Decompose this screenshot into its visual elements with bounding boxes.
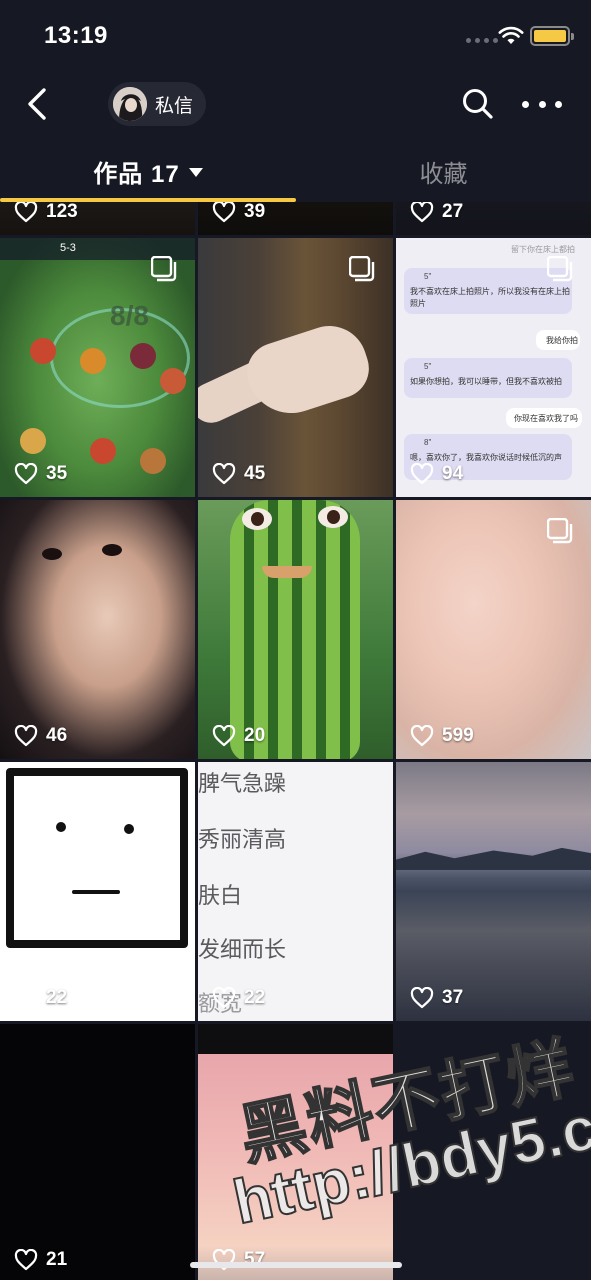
text-line: 秀丽清高	[198, 827, 287, 852]
like-count: 599	[410, 725, 474, 747]
chat-duration: 8"	[424, 438, 432, 447]
video-tile[interactable]: 39	[198, 202, 393, 235]
video-tile[interactable]: 45	[198, 238, 393, 497]
tab-works[interactable]: 作品 17	[0, 140, 296, 202]
status-time: 13:19	[44, 22, 108, 49]
content-tabs: 作品 17 收藏	[0, 140, 591, 202]
battery-icon	[530, 26, 574, 46]
video-tile[interactable]: 599	[396, 500, 591, 759]
heart-icon	[410, 463, 434, 485]
video-tile[interactable]: 37	[396, 762, 591, 1021]
heart-icon	[410, 202, 434, 223]
back-icon[interactable]	[20, 84, 56, 124]
heart-icon	[14, 463, 38, 485]
like-count: 27	[410, 202, 463, 223]
direct-message-button[interactable]: 私信	[108, 82, 206, 126]
multi-image-icon	[547, 256, 573, 282]
profile-header: 私信	[0, 70, 591, 140]
more-icon[interactable]	[522, 92, 562, 116]
multi-image-icon	[547, 518, 573, 544]
chat-line: 我给你拍	[546, 336, 578, 345]
text-line: 发细而长	[198, 937, 287, 962]
like-count: 45	[212, 463, 265, 485]
multi-image-icon	[151, 256, 177, 282]
status-bar: 13:19	[0, 0, 591, 70]
search-icon[interactable]	[460, 86, 496, 122]
like-count: 123	[14, 202, 78, 223]
heart-icon	[14, 1249, 38, 1271]
game-overlay-text: 8/8	[110, 300, 149, 331]
like-count: 22	[14, 987, 67, 1009]
video-tile[interactable]: 留下你在床上都拍 5" 我不喜欢在床上拍照片，所以我没有在床上拍照片 我给你拍 …	[396, 238, 591, 497]
video-tile[interactable]: 57	[198, 1024, 393, 1280]
chat-duration: 5"	[424, 362, 432, 371]
heart-icon	[410, 725, 434, 747]
like-count: 94	[410, 463, 463, 485]
text-line: 脾气急躁	[198, 771, 287, 796]
heart-icon	[410, 987, 434, 1009]
heart-icon	[212, 725, 236, 747]
like-count: 20	[212, 725, 265, 747]
multi-image-icon	[349, 256, 375, 282]
heart-icon	[212, 987, 236, 1009]
video-tile[interactable]: 27	[396, 202, 591, 235]
like-count: 35	[14, 463, 67, 485]
avatar	[113, 87, 147, 121]
text-line: 肤白	[198, 883, 243, 908]
video-tile[interactable]: 21	[0, 1024, 195, 1280]
game-level-label: 5-3	[60, 242, 76, 254]
heart-icon	[14, 725, 38, 747]
video-tile[interactable]: 20	[198, 500, 393, 759]
wifi-icon	[498, 26, 524, 44]
signal-icon	[466, 38, 498, 43]
chat-line: 我不喜欢在床上拍照片，所以我没有在床上拍照片	[410, 287, 570, 308]
chat-line: 嗯，喜欢你了，我喜欢你说话时候低沉的声	[410, 453, 562, 462]
heart-icon	[212, 463, 236, 485]
tab-works-label: 作品 17	[93, 160, 180, 188]
chat-line: 你现在喜欢我了吗	[514, 414, 578, 423]
chat-line: 如果你想拍，我可以睡带，但我不喜欢被拍	[410, 377, 562, 386]
heart-icon	[14, 202, 38, 223]
chat-header-text: 留下你在床上都拍	[511, 245, 575, 254]
video-tile[interactable]: 123	[0, 202, 195, 235]
caret-down-icon[interactable]	[188, 167, 203, 177]
video-tile[interactable]: 5-3 8/8 35	[0, 238, 195, 497]
tab-favorites[interactable]: 收藏	[296, 140, 591, 202]
video-grid: 123 39 27 5-3 8/8 35 45 留下你在床上都拍 5" 我不喜欢…	[0, 202, 591, 1280]
like-count: 46	[14, 725, 67, 747]
video-tile[interactable]: 脾气急躁 秀丽清高 肤白 发细而长 额宽 22	[198, 762, 393, 1021]
like-count: 21	[14, 1249, 67, 1271]
dm-label: 私信	[155, 95, 194, 117]
chat-duration: 5"	[424, 272, 432, 281]
like-count: 39	[212, 202, 265, 223]
video-tile[interactable]: 22	[0, 762, 195, 1021]
video-tile[interactable]: 46	[0, 500, 195, 759]
like-count: 37	[410, 987, 463, 1009]
heart-icon	[14, 987, 38, 1009]
like-count: 22	[212, 987, 265, 1009]
heart-icon	[212, 202, 236, 223]
home-indicator[interactable]	[190, 1262, 402, 1268]
